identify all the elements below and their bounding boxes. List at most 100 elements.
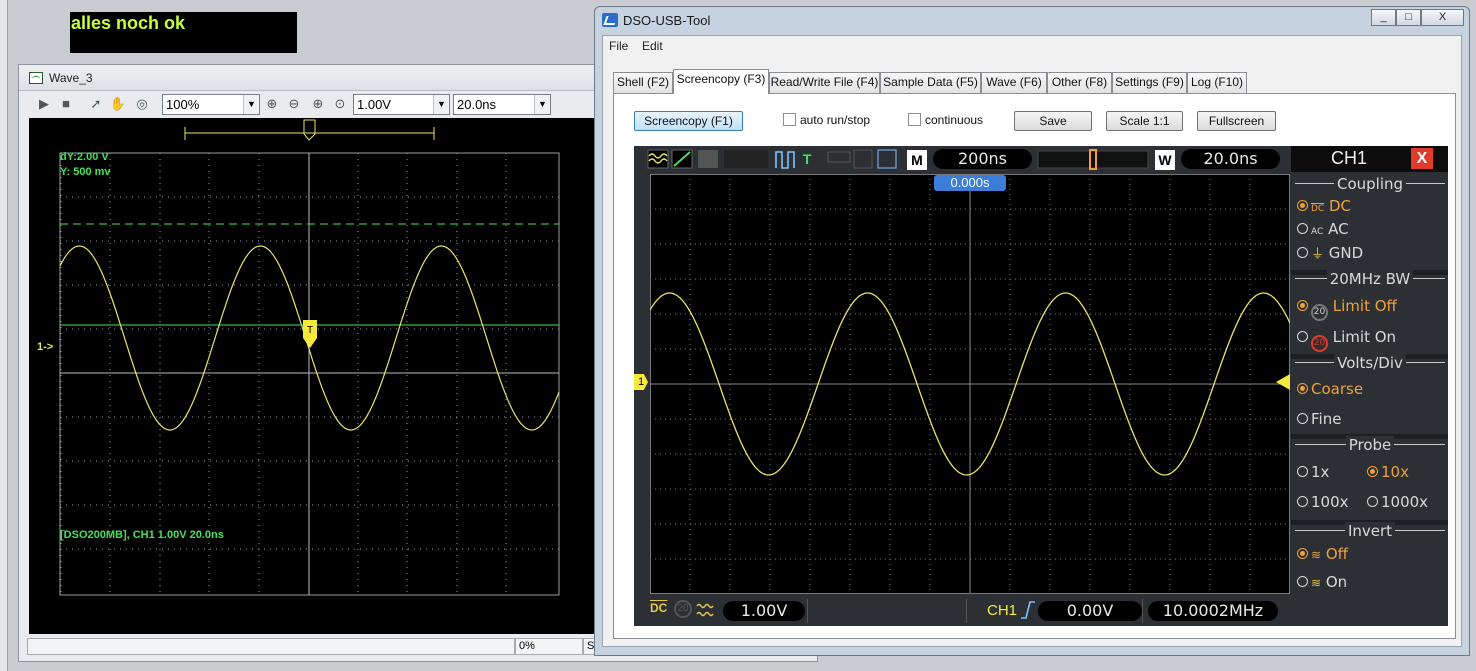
- volts-value: 1.00V: [357, 97, 391, 112]
- radio-icon: [1297, 496, 1308, 507]
- zoom-fit-icon[interactable]: ⊕: [309, 95, 327, 113]
- probe-1000x-option[interactable]: 1000x: [1367, 493, 1428, 511]
- radio-icon: [1367, 496, 1378, 507]
- bw-limit-off-option[interactable]: 20 Limit Off: [1297, 297, 1397, 321]
- tab-read-write-file[interactable]: Read/Write File (F4): [769, 72, 880, 93]
- screencopy-button[interactable]: Screencopy (F1): [634, 111, 743, 131]
- fullscreen-button[interactable]: Fullscreen: [1197, 111, 1276, 131]
- side-channel-title: CH1: [1331, 148, 1368, 168]
- invert-on-label: On: [1325, 573, 1348, 591]
- volts-coarse-option[interactable]: Coarse: [1297, 380, 1363, 398]
- channel-level-marker[interactable]: 1: [634, 374, 648, 390]
- probe-1x-label: 1x: [1311, 463, 1330, 481]
- bw-limit-off-label: Limit Off: [1332, 297, 1397, 315]
- scope-screen: T M 200ns W 20.0ns 0.000s 1 DC 20 1.00V …: [634, 146, 1448, 626]
- save-button[interactable]: Save: [1014, 111, 1092, 131]
- zoom-out-icon[interactable]: ⊖: [285, 95, 303, 113]
- checkbox-icon: [908, 113, 921, 126]
- invert-on-wave-icon: ≋: [1311, 576, 1322, 590]
- continuous-checkbox[interactable]: continuous: [908, 113, 983, 129]
- radio-icon: [1297, 466, 1308, 477]
- radio-icon: [1367, 466, 1378, 477]
- timebase-readout[interactable]: 200ns: [933, 149, 1032, 169]
- zoom-select[interactable]: 100% ▼: [162, 94, 260, 115]
- invert-off-option[interactable]: ≋ Off: [1297, 545, 1348, 563]
- trigger-level-readout[interactable]: 0.00V: [1038, 601, 1142, 621]
- dc-icon: DC: [1311, 204, 1325, 214]
- invert-off-wave-icon: ≋: [1311, 548, 1322, 562]
- pointer-icon[interactable]: ➚: [87, 95, 105, 113]
- wave-title: Wave_3: [49, 71, 93, 85]
- continuous-label: continuous: [925, 113, 984, 127]
- menu-file[interactable]: File: [609, 39, 628, 53]
- wave-footer-info: [DSO200MB], CH1 1.00V 20.0ns: [60, 529, 224, 541]
- radio-icon: [1297, 300, 1308, 311]
- close-channel-button[interactable]: X: [1411, 148, 1433, 169]
- banner-text: alles noch ok: [71, 13, 186, 33]
- frequency-readout: 10.0002MHz: [1148, 601, 1278, 621]
- status-percent: 0%: [515, 638, 583, 655]
- trigger-position-readout[interactable]: 0.000s: [934, 175, 1006, 191]
- radio-icon: [1297, 200, 1308, 211]
- wave-display[interactable]: T dY:2.00 V Y: 500 mv 1-> [DSO200MB], CH…: [29, 118, 595, 634]
- trigger-type-icon[interactable]: T: [797, 149, 817, 169]
- stop-icon[interactable]: ■: [57, 95, 75, 113]
- checkbox-icon: [783, 113, 796, 126]
- time-select[interactable]: 20.0ns ▼: [453, 94, 551, 115]
- tab-shell[interactable]: Shell (F2): [613, 72, 673, 93]
- volts-div-group: Volts/Div Coarse Fine: [1295, 354, 1445, 434]
- tab-screencopy[interactable]: Screencopy (F3): [673, 69, 769, 94]
- tab-other[interactable]: Other (F8): [1047, 72, 1112, 93]
- coupling-dc-option[interactable]: DC DC: [1297, 197, 1351, 215]
- trigger-level-marker-icon[interactable]: [1276, 374, 1290, 390]
- radio-icon: [1297, 223, 1308, 234]
- ground-icon: ⏚: [1311, 247, 1325, 262]
- bw-20-on-icon: 20: [1311, 335, 1328, 352]
- target-icon[interactable]: ◎: [133, 95, 151, 113]
- probe-1x-option[interactable]: 1x: [1297, 463, 1329, 481]
- invert-on-option[interactable]: ≋ On: [1297, 573, 1347, 591]
- volts-select[interactable]: 1.00V ▼: [353, 94, 450, 115]
- minimize-button[interactable]: _: [1371, 9, 1396, 26]
- coupling-dc-label: DC: [1329, 197, 1352, 215]
- trigger-edge-icon[interactable]: [1020, 600, 1036, 620]
- chevron-down-icon: ▼: [534, 95, 550, 114]
- probe-10x-label: 10x: [1381, 463, 1409, 481]
- tab-settings[interactable]: Settings (F9): [1112, 72, 1187, 93]
- play-icon[interactable]: ▶: [35, 95, 53, 113]
- auto-run-checkbox[interactable]: auto run/stop: [783, 113, 870, 129]
- auto-run-label: auto run/stop: [800, 113, 871, 127]
- volts-fine-option[interactable]: Fine: [1297, 410, 1341, 428]
- zoom-in-icon[interactable]: ⊕: [263, 95, 281, 113]
- maximize-button[interactable]: □: [1396, 9, 1421, 26]
- tab-log[interactable]: Log (F10): [1187, 72, 1247, 93]
- coupling-group: Coupling DC DC AC AC ⏚ GND: [1295, 175, 1445, 269]
- scope-bottom-bar: DC 20 1.00V CH1 0.00V 10.0002MHz: [634, 595, 1290, 626]
- tab-wave[interactable]: Wave (F6): [981, 72, 1047, 93]
- hand-icon[interactable]: ✋: [109, 95, 127, 113]
- probe-1000x-label: 1000x: [1381, 493, 1429, 511]
- radio-icon: [1297, 413, 1308, 424]
- probe-100x-option[interactable]: 100x: [1297, 493, 1349, 511]
- window-readout[interactable]: 20.0ns: [1181, 149, 1280, 169]
- menu-edit[interactable]: Edit: [642, 39, 663, 53]
- dso-title-bar[interactable]: DSO-USB-Tool _ □ X: [595, 7, 1469, 33]
- volts-fine-label: Fine: [1311, 410, 1342, 428]
- radio-icon: [1297, 331, 1308, 342]
- bw-group: 20MHz BW 20 Limit Off 20 Limit On: [1295, 270, 1445, 354]
- coupling-gnd-option[interactable]: ⏚ GND: [1297, 243, 1363, 262]
- svg-text:T: T: [307, 325, 313, 336]
- coupling-ac-option[interactable]: AC AC: [1297, 220, 1349, 238]
- volts-div-readout[interactable]: 1.00V: [723, 601, 805, 621]
- zoom-value: 100%: [166, 97, 200, 112]
- scale-button[interactable]: Scale 1:1: [1106, 111, 1183, 131]
- radio-icon: [1297, 383, 1308, 394]
- tab-sample-data[interactable]: Sample Data (F5): [880, 72, 981, 93]
- invert-group: Invert ≋ Off ≋ On: [1295, 522, 1445, 612]
- bw-limit-on-option[interactable]: 20 Limit On: [1297, 328, 1396, 352]
- probe-10x-option[interactable]: 10x: [1367, 463, 1409, 481]
- wave-status-bar: 0% S: [27, 636, 597, 656]
- close-button[interactable]: X: [1421, 9, 1464, 26]
- zoom-reset-icon[interactable]: ⊙: [331, 95, 349, 113]
- scope-grid[interactable]: [650, 174, 1290, 594]
